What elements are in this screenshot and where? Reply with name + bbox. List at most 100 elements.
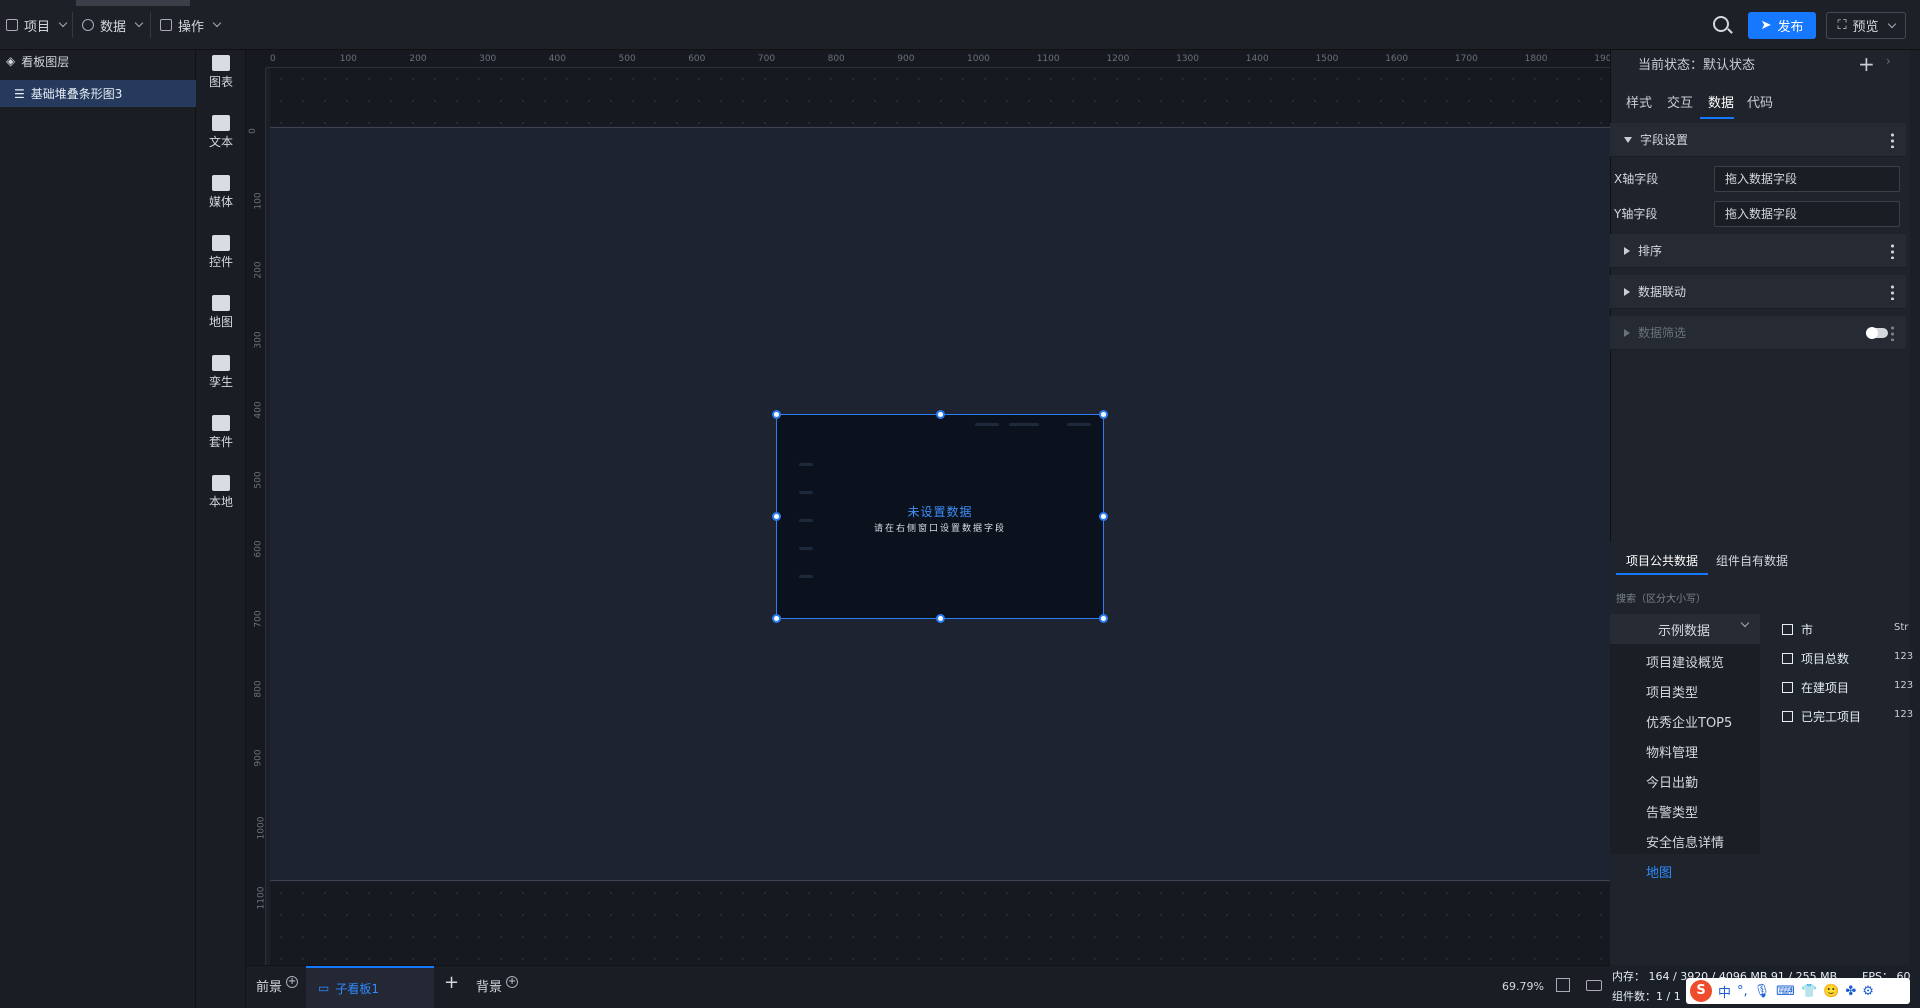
toolbox-icon[interactable]: ✤ bbox=[1845, 984, 1856, 999]
tool-chart[interactable]: 图表 bbox=[196, 55, 246, 90]
menu-operation[interactable]: 操作 bbox=[160, 15, 222, 35]
dataset-item[interactable]: 告警类型 bbox=[1646, 802, 1698, 821]
checkbox[interactable] bbox=[1782, 624, 1793, 635]
caret-right-icon bbox=[1624, 287, 1630, 296]
filter-toggle[interactable] bbox=[1866, 327, 1888, 339]
section-field-settings[interactable]: 字段设置 bbox=[1610, 123, 1906, 157]
menu-project[interactable]: 项目 bbox=[6, 15, 68, 35]
x-field-label: X轴字段 bbox=[1614, 172, 1659, 186]
caret-right-icon bbox=[1624, 246, 1630, 255]
more-icon[interactable] bbox=[1891, 325, 1894, 341]
ime-mode[interactable]: 中 bbox=[1718, 982, 1731, 1001]
resize-handle[interactable] bbox=[936, 614, 945, 623]
resize-handle[interactable] bbox=[936, 410, 945, 419]
data-field[interactable]: 项目总数 bbox=[1782, 650, 1849, 667]
data-field[interactable]: 市 bbox=[1782, 621, 1813, 638]
tool-control[interactable]: 控件 bbox=[196, 235, 246, 270]
tab-project-data[interactable]: 项目公共数据 bbox=[1626, 552, 1698, 569]
tool-local[interactable]: 本地 bbox=[196, 475, 246, 510]
bar-list-icon: ☰ bbox=[14, 86, 25, 101]
tab-component-data[interactable]: 组件自有数据 bbox=[1716, 552, 1788, 569]
tool-twin[interactable]: 孪生 bbox=[196, 355, 246, 390]
stacked-bar-chart-widget[interactable]: 未设置数据 请在右侧窗口设置数据字段 bbox=[772, 410, 1108, 623]
board-icon: ▭ bbox=[318, 981, 330, 995]
keyboard-icon[interactable] bbox=[1586, 980, 1602, 991]
chevron-down-icon bbox=[212, 18, 222, 28]
checkbox[interactable] bbox=[1782, 682, 1793, 693]
tool-text[interactable]: 文本 bbox=[196, 115, 246, 150]
resize-handle[interactable] bbox=[1099, 512, 1108, 521]
section-filter[interactable]: 数据筛选 bbox=[1610, 316, 1906, 350]
dataset-item[interactable]: 地图 bbox=[1646, 862, 1672, 881]
tab-interaction[interactable]: 交互 bbox=[1667, 92, 1693, 111]
layer-item[interactable]: ☰ 基础堆叠条形图3 bbox=[0, 80, 196, 107]
ghost-axis-label bbox=[799, 463, 813, 466]
fit-screen-icon[interactable] bbox=[1556, 978, 1570, 992]
dataset-item[interactable]: 项目建设概览 bbox=[1646, 652, 1724, 671]
ruler-tick: 900 bbox=[253, 749, 264, 767]
data-search-input[interactable]: 搜索（区分大小写） bbox=[1616, 590, 1706, 605]
section-linkage[interactable]: 数据联动 bbox=[1610, 275, 1906, 309]
section-sort[interactable]: 排序 bbox=[1610, 234, 1906, 268]
resize-handle[interactable] bbox=[1099, 410, 1108, 419]
checkbox[interactable] bbox=[1782, 653, 1793, 664]
tool-kit[interactable]: 套件 bbox=[196, 415, 246, 450]
data-field[interactable]: 已完工项目 bbox=[1782, 708, 1861, 725]
emoji-icon[interactable]: 🙂 bbox=[1823, 984, 1839, 999]
keyboard-icon[interactable]: ⌨ bbox=[1776, 984, 1795, 999]
publish-button[interactable]: ➤ 发布 bbox=[1748, 12, 1816, 39]
microphone-icon[interactable]: 🎙 bbox=[1754, 984, 1771, 999]
resize-handle[interactable] bbox=[772, 614, 781, 623]
checkbox[interactable] bbox=[1782, 711, 1793, 722]
resize-handle[interactable] bbox=[1099, 614, 1108, 623]
ruler-tick: 1200 bbox=[1106, 54, 1130, 64]
tool-map[interactable]: 地图 bbox=[196, 295, 246, 330]
tab-style[interactable]: 样式 bbox=[1626, 92, 1652, 111]
canvas-margin-bottom bbox=[270, 882, 1610, 965]
dataset-item[interactable]: 安全信息详情 bbox=[1646, 832, 1724, 851]
add-circle-icon[interactable]: + bbox=[286, 975, 299, 988]
resize-handle[interactable] bbox=[772, 512, 781, 521]
ruler-tick: 0 bbox=[270, 54, 276, 64]
chevron-down-icon bbox=[134, 18, 144, 28]
settings-icon[interactable]: ⚙ bbox=[1862, 984, 1874, 999]
layers-icon: ◈ bbox=[6, 54, 16, 68]
ruler-tick: 300 bbox=[479, 54, 497, 64]
dataset-item[interactable]: 今日出勤 bbox=[1646, 772, 1698, 791]
punctuation-icon[interactable]: °, bbox=[1737, 984, 1748, 999]
widget-empty-title: 未设置数据 bbox=[907, 505, 973, 519]
zoom-level[interactable]: 69.79% bbox=[1502, 980, 1544, 993]
more-icon[interactable] bbox=[1891, 243, 1894, 259]
add-circle-icon[interactable]: + bbox=[506, 975, 519, 988]
tool-media[interactable]: 媒体 bbox=[196, 175, 246, 210]
more-icon[interactable] bbox=[1891, 132, 1894, 148]
tab-background[interactable]: 背景 + bbox=[476, 975, 519, 995]
current-state[interactable]: 当前状态：默认状态 bbox=[1638, 54, 1755, 73]
y-field-input[interactable]: 拖入数据字段 bbox=[1714, 201, 1900, 227]
search-icon[interactable] bbox=[1713, 16, 1729, 32]
data-field[interactable]: 在建项目 bbox=[1782, 679, 1849, 696]
ruler-tick: 300 bbox=[253, 331, 264, 349]
more-icon[interactable] bbox=[1891, 284, 1894, 300]
chevron-down-icon bbox=[1887, 19, 1896, 28]
resize-handle[interactable] bbox=[772, 410, 781, 419]
tab-foreground[interactable]: 前景 + bbox=[256, 975, 299, 995]
preview-button[interactable]: ⛶ 预览 bbox=[1826, 12, 1906, 39]
ime-toolbar[interactable]: S 中 °, 🎙 ⌨ 👕 🙂 ✤ ⚙ bbox=[1686, 978, 1910, 1004]
tab-code[interactable]: 代码 bbox=[1747, 92, 1773, 111]
tab-sub-board[interactable]: ▭ 子看板1 bbox=[306, 966, 434, 1008]
x-field-input[interactable]: 拖入数据字段 bbox=[1714, 166, 1900, 192]
menu-data[interactable]: 数据 bbox=[82, 15, 144, 35]
dataset-item[interactable]: 项目类型 bbox=[1646, 682, 1698, 701]
file-icon bbox=[6, 19, 18, 31]
tab-data[interactable]: 数据 bbox=[1708, 92, 1734, 111]
dataset-group-select[interactable]: 示例数据 bbox=[1610, 614, 1760, 644]
chevron-right-icon[interactable]: › bbox=[1886, 54, 1891, 68]
dataset-item[interactable]: 物料管理 bbox=[1646, 742, 1698, 761]
active-tab-indicator bbox=[76, 0, 190, 6]
dataset-item[interactable]: 优秀企业TOP5 bbox=[1646, 712, 1732, 731]
ruler-tick: 1100 bbox=[1036, 54, 1060, 64]
skin-icon[interactable]: 👕 bbox=[1801, 984, 1817, 999]
add-board-button[interactable]: + bbox=[444, 972, 459, 993]
add-state-icon[interactable]: + bbox=[1858, 52, 1875, 76]
